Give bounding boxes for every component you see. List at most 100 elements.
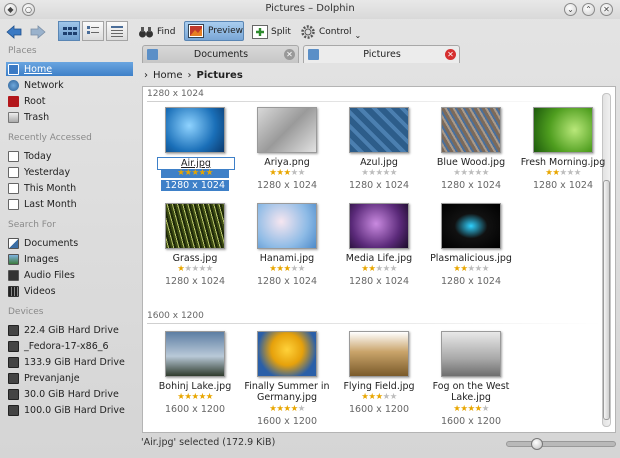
- audio-icon: [8, 269, 19, 281]
- file-name: Hanami.jpg: [259, 253, 315, 264]
- images-icon: [8, 253, 19, 265]
- breadcrumb-current[interactable]: Pictures: [197, 70, 243, 81]
- sidebar-item-today[interactable]: Today: [6, 149, 133, 163]
- rating-stars: ★★★★★: [150, 393, 240, 402]
- sidebar-item-device[interactable]: 100.0 GiB Hard Drive: [6, 403, 133, 417]
- details-view-button[interactable]: [106, 21, 128, 41]
- back-button[interactable]: [6, 21, 22, 42]
- zoom-slider-handle[interactable]: [531, 438, 543, 450]
- zoom-slider[interactable]: [506, 438, 616, 450]
- folder-icon: [147, 49, 158, 60]
- sidebar-item-root[interactable]: Root: [6, 94, 133, 108]
- sidebar-item-network[interactable]: Network: [6, 78, 133, 92]
- file-name: Fresh Morning.jpg: [520, 157, 606, 168]
- star-icon: ★: [290, 264, 299, 274]
- tab-bar: Documents ✕ Pictures ✕: [142, 44, 618, 64]
- sidebar-item-label: Videos: [24, 285, 56, 297]
- sidebar-item-device[interactable]: 22.4 GiB Hard Drive: [6, 323, 133, 337]
- star-icon: ★: [198, 168, 207, 178]
- compact-view-icon: [87, 26, 99, 34]
- sidebar-item-device[interactable]: _Fedora-17-x86_6: [6, 339, 133, 353]
- file-item[interactable]: Fog on the West Lake.jpg ★★★★★ 1600 x 1200: [426, 331, 516, 427]
- file-item[interactable]: Hanami.jpg ★★★★★ 1280 x 1024: [242, 203, 332, 297]
- sidebar-item-this-month[interactable]: This Month: [6, 181, 133, 195]
- file-thumbnail[interactable]: [441, 331, 501, 377]
- sidebar-item-trash[interactable]: Trash: [6, 110, 133, 124]
- file-thumbnail[interactable]: [533, 107, 593, 153]
- file-thumbnail[interactable]: [165, 203, 225, 249]
- file-thumbnail[interactable]: [441, 107, 501, 153]
- file-thumbnail[interactable]: [349, 107, 409, 153]
- forward-button[interactable]: [30, 21, 46, 42]
- preview-icon: [188, 24, 204, 38]
- rating-stars: ★★★★★: [518, 169, 608, 178]
- sidebar-item-device[interactable]: Prevanjanje: [6, 371, 133, 385]
- breadcrumb-home[interactable]: Home: [153, 70, 183, 81]
- file-item[interactable]: Grass.jpg ★★★★★ 1280 x 1024: [150, 203, 240, 297]
- sidebar-item-label: Yesterday: [24, 166, 71, 178]
- file-thumbnail[interactable]: [441, 203, 501, 249]
- rating-stars: ★★★★★: [426, 265, 516, 274]
- star-icon: ★: [205, 392, 214, 402]
- close-tab-icon[interactable]: ✕: [284, 49, 295, 60]
- file-name: Media Life.jpg: [345, 253, 413, 264]
- root-folder-icon: [8, 95, 19, 107]
- scrollbar-handle[interactable]: [603, 180, 610, 420]
- sidebar-item-documents[interactable]: Documents: [6, 236, 133, 250]
- sidebar-item-label: This Month: [24, 182, 77, 194]
- sidebar-item-last-month[interactable]: Last Month: [6, 197, 133, 211]
- star-icon: ★: [191, 392, 199, 402]
- compact-view-button[interactable]: [82, 21, 104, 41]
- star-icon: ★: [382, 392, 391, 402]
- file-thumbnail[interactable]: [349, 203, 409, 249]
- star-icon: ★: [382, 264, 391, 274]
- file-item[interactable]: Azul.jpg ★★★★★ 1280 x 1024: [334, 107, 424, 201]
- sidebar-item-device[interactable]: 30.0 GiB Hard Drive: [6, 387, 133, 401]
- calendar-icon: [8, 198, 19, 210]
- sidebar-item-videos[interactable]: Videos: [6, 284, 133, 298]
- close-icon[interactable]: ✕: [600, 3, 613, 16]
- file-thumbnail[interactable]: [165, 331, 225, 377]
- breadcrumb-chevron-icon: ›: [187, 69, 192, 81]
- close-tab-icon[interactable]: ✕: [445, 49, 456, 60]
- sidebar-item-images[interactable]: Images: [6, 252, 133, 266]
- image-dimensions: 1280 x 1024: [348, 180, 409, 191]
- tab-pictures[interactable]: Pictures ✕: [303, 45, 460, 63]
- minimize-icon[interactable]: ⌄: [564, 3, 577, 16]
- file-thumbnail[interactable]: [257, 203, 317, 249]
- split-button[interactable]: Split: [252, 21, 291, 42]
- file-item[interactable]: Finally Summer in Germany.jpg ★★★★★ 1600 x…: [242, 331, 332, 427]
- maximize-icon[interactable]: ⌃: [582, 3, 595, 16]
- icons-view-button[interactable]: [58, 21, 80, 41]
- file-item[interactable]: Air.jpg ★★★★★ 1280 x 1024: [150, 107, 240, 201]
- trash-icon: [8, 111, 19, 123]
- file-item[interactable]: Ariya.png ★★★★★ 1280 x 1024: [242, 107, 332, 201]
- split-label: Split: [271, 26, 291, 37]
- file-item[interactable]: Bohinj Lake.jpg ★★★★★ 1600 x 1200: [150, 331, 240, 425]
- file-item[interactable]: Media Life.jpg ★★★★★ 1280 x 1024: [334, 203, 424, 297]
- sidebar-item-home[interactable]: Home: [6, 62, 133, 76]
- sidebar-item-device[interactable]: 133.9 GiB Hard Drive: [6, 355, 133, 369]
- file-item[interactable]: Blue Wood.jpg ★★★★★ 1280 x 1024: [426, 107, 516, 201]
- star-icon: ★: [297, 404, 306, 414]
- image-dimensions: 1280 x 1024: [161, 180, 229, 191]
- file-thumbnail[interactable]: [257, 107, 317, 153]
- file-name: Bohinj Lake.jpg: [158, 381, 232, 392]
- file-item[interactable]: Fresh Morning.jpg ★★★★★ 1280 x 1024: [518, 107, 608, 201]
- star-icon: ★: [474, 264, 483, 274]
- file-item[interactable]: Flying Field.jpg ★★★★★ 1600 x 1200: [334, 331, 424, 425]
- star-icon: ★: [290, 404, 299, 414]
- sidebar-item-audio[interactable]: Audio Files: [6, 268, 133, 282]
- file-view[interactable]: 1280 x 1024 1600 x 1200 Air.jpg ★★★★★ 1280…: [142, 86, 616, 433]
- file-thumbnail[interactable]: [165, 107, 225, 153]
- file-thumbnail[interactable]: [349, 331, 409, 377]
- preview-toggle-button[interactable]: Preview: [184, 21, 244, 41]
- control-button[interactable]: Control ⌄: [300, 21, 361, 42]
- file-name: Grass.jpg: [172, 253, 218, 264]
- file-item[interactable]: Plasmalicious.jpg ★★★★★ 1280 x 1024: [426, 203, 516, 297]
- find-button[interactable]: Find: [138, 21, 175, 42]
- tab-documents[interactable]: Documents ✕: [142, 45, 299, 63]
- sidebar-item-yesterday[interactable]: Yesterday: [6, 165, 133, 179]
- file-thumbnail[interactable]: [257, 331, 317, 377]
- rating-stars: ★★★★★: [242, 265, 332, 274]
